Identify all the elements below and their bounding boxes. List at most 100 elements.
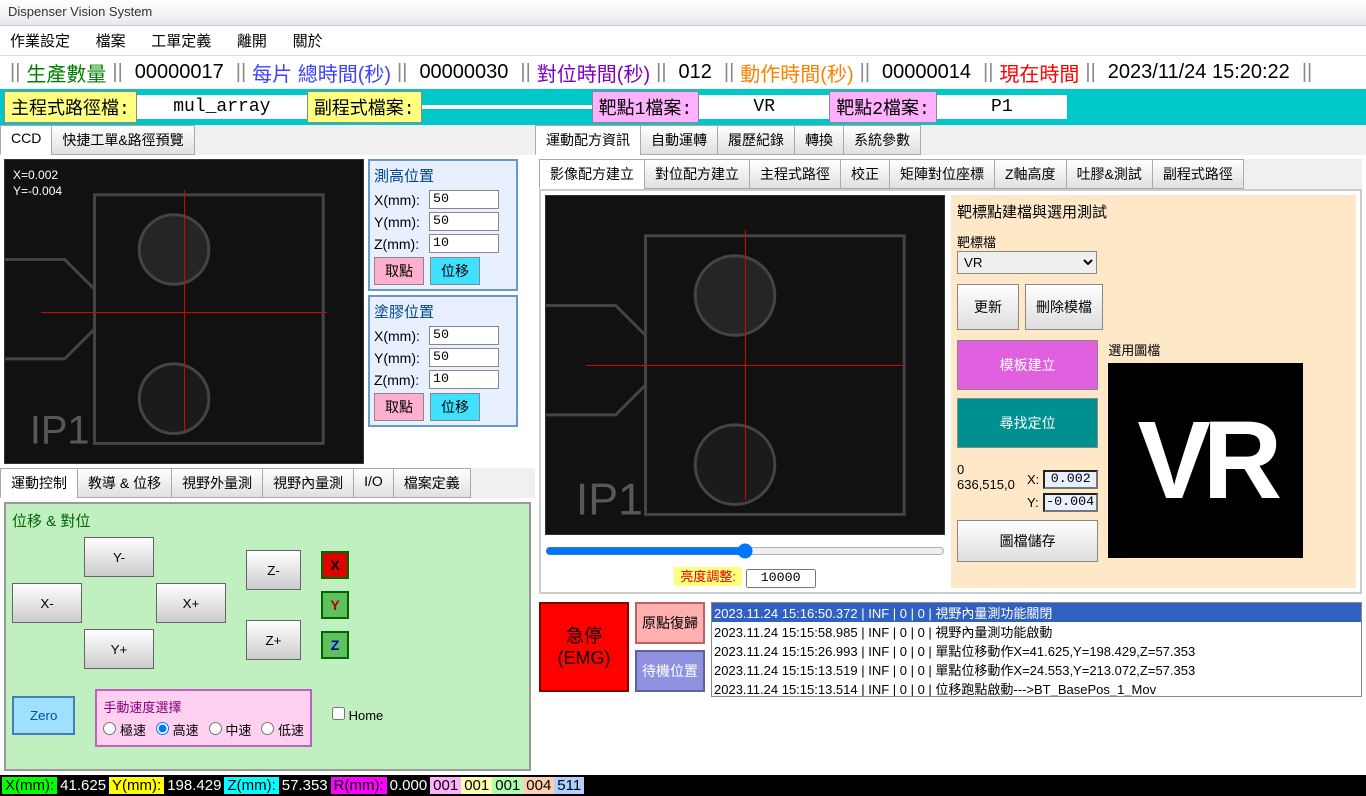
brightness-slider[interactable]: [545, 543, 945, 559]
standby-position-button[interactable]: 待機位置: [635, 650, 705, 692]
tab-io[interactable]: I/O: [353, 468, 394, 498]
target1-label: 靶點1檔案:: [592, 91, 700, 123]
home-checkbox[interactable]: Home: [332, 707, 383, 723]
zero-button[interactable]: Zero: [12, 696, 75, 735]
recipe-camera-view[interactable]: IP1: [545, 195, 945, 535]
tab-ccd[interactable]: CCD: [0, 125, 52, 155]
footer-r-label: R(mm):: [331, 777, 387, 794]
update-button[interactable]: 更新: [957, 284, 1019, 330]
footer-x-value: 41.625: [57, 777, 109, 794]
save-image-button[interactable]: 圖檔儲存: [957, 520, 1098, 562]
tab-align-recipe[interactable]: 對位配方建立: [644, 159, 750, 189]
tab-z-height[interactable]: Z軸高度: [994, 159, 1067, 189]
footer-r-value: 0.000: [387, 777, 431, 794]
tab-sub-path[interactable]: 副程式路徑: [1152, 159, 1244, 189]
jog-z-plus[interactable]: Z+: [246, 620, 301, 660]
tab-int-measure[interactable]: 視野內量測: [262, 468, 354, 498]
crosshair-vertical: [745, 230, 746, 500]
menu-file[interactable]: 檔案: [96, 33, 126, 50]
height-y-input[interactable]: [429, 212, 499, 231]
brightness-label: 亮度調整:: [674, 567, 742, 586]
glue-pick-button[interactable]: 取點: [374, 393, 424, 421]
axis-z-button[interactable]: Z: [321, 631, 349, 659]
menu-exit[interactable]: 離開: [237, 33, 267, 50]
now-value: 2023/11/24 15:20:22: [1098, 61, 1300, 84]
right-tabs-1: 運動配方資訊 自動運轉 履歷紀錄 轉換 系統參數: [535, 125, 1366, 155]
tab-motion-recipe[interactable]: 運動配方資訊: [535, 125, 641, 155]
jog-y-plus[interactable]: Y+: [84, 629, 154, 669]
ccd-camera-view[interactable]: IP1 X=0.002Y=-0.004: [4, 159, 364, 464]
speed-radio-0[interactable]: 極速: [103, 720, 146, 739]
tab-image-recipe[interactable]: 影像配方建立: [539, 159, 645, 189]
tab-main-path[interactable]: 主程式路徑: [749, 159, 841, 189]
height-x-input[interactable]: [429, 190, 499, 209]
tab-sys-params[interactable]: 系統參數: [843, 125, 921, 155]
glue-x-input[interactable]: [429, 326, 499, 345]
height-pos-title: 測高位置: [374, 165, 512, 186]
build-template-button[interactable]: 模板建立: [957, 340, 1098, 390]
axis-x-button[interactable]: X: [321, 551, 349, 579]
glue-y-input[interactable]: [429, 348, 499, 367]
main-path-value: mul_array: [137, 95, 307, 119]
log-line[interactable]: 2023.11.24 15:15:58.985 | INF | 0 | 0 | …: [712, 622, 1361, 641]
tab-dispense-test[interactable]: 吐膠&測試: [1066, 159, 1153, 189]
target2-value: P1: [937, 95, 1067, 119]
menu-settings[interactable]: 作業設定: [10, 33, 70, 50]
glue-pos-title: 塗膠位置: [374, 301, 512, 322]
glue-shift-button[interactable]: 位移: [430, 393, 480, 421]
height-z-input[interactable]: [429, 234, 499, 253]
speed-radio-2[interactable]: 中速: [209, 720, 252, 739]
tab-auto-run[interactable]: 自動運轉: [640, 125, 718, 155]
axis-y-button[interactable]: Y: [321, 591, 349, 619]
log-line[interactable]: 2023.11.24 15:15:26.993 | INF | 0 | 0 | …: [712, 641, 1361, 660]
find-locate-button[interactable]: 尋找定位: [957, 398, 1098, 448]
path-bar: 主程式路徑檔: mul_array 副程式檔案: 靶點1檔案: VR 靶點2檔案…: [0, 89, 1366, 125]
svg-text:IP1: IP1: [30, 408, 90, 452]
menu-about[interactable]: 關於: [293, 33, 323, 50]
per-piece-label: 每片 總時間(秒): [248, 58, 395, 87]
speed-radio-1[interactable]: 高速: [156, 720, 199, 739]
tab-history[interactable]: 履歷紀錄: [717, 125, 795, 155]
target2-label: 靶點2檔案:: [829, 91, 937, 123]
emergency-stop-button[interactable]: 急停 (EMG): [539, 602, 629, 692]
height-shift-button[interactable]: 位移: [430, 257, 480, 285]
sub-path-value: [422, 105, 592, 109]
tab-calibrate[interactable]: 校正: [840, 159, 890, 189]
tab-matrix-align[interactable]: 矩陣對位座標: [889, 159, 995, 189]
sub-path-label: 副程式檔案:: [307, 91, 422, 123]
tab-convert[interactable]: 轉換: [794, 125, 844, 155]
prod-count-value: 00000017: [125, 61, 234, 84]
tab-motion-control[interactable]: 運動控制: [0, 468, 78, 498]
glue-z-input[interactable]: [429, 370, 499, 389]
prod-count-label: 生產數量: [22, 58, 110, 87]
target-panel: 靶標點建檔與選用測試 靶標檔 VR 更新 刪除模檔 模板建立 尋找定位 0: [951, 195, 1356, 588]
selected-image-preview: VR: [1108, 363, 1303, 558]
tab-file-def[interactable]: 檔案定義: [393, 468, 471, 498]
height-position-panel: 測高位置 X(mm): Y(mm): Z(mm): 取點 位移: [368, 159, 518, 291]
footer-y-value: 198.429: [164, 777, 224, 794]
jog-x-minus[interactable]: X-: [12, 583, 82, 623]
footer-status-bar: X(mm): 41.625 Y(mm): 198.429 Z(mm): 57.3…: [0, 775, 1366, 796]
glue-position-panel: 塗膠位置 X(mm): Y(mm): Z(mm): 取點 位移: [368, 295, 518, 427]
jog-x-plus[interactable]: X+: [156, 583, 226, 623]
log-line[interactable]: 2023.11.24 15:16:50.372 | INF | 0 | 0 | …: [712, 603, 1361, 622]
height-pick-button[interactable]: 取點: [374, 257, 424, 285]
teach-panel: 位移 & 對位 Y- X-X+ Y+ Z- Z+ X Y Z Zero: [4, 502, 531, 771]
log-line[interactable]: 2023.11.24 15:15:13.519 | INF | 0 | 0 | …: [712, 660, 1361, 679]
jog-y-minus[interactable]: Y-: [84, 537, 154, 577]
home-return-button[interactable]: 原點復歸: [635, 602, 705, 644]
target-file-label: 靶標檔: [957, 232, 1350, 251]
brightness-input[interactable]: [746, 569, 816, 588]
tab-quick-preview[interactable]: 快捷工單&路徑預覽: [51, 125, 194, 155]
menu-workorder[interactable]: 工單定義: [151, 33, 211, 50]
tab-teach-shift[interactable]: 教導 & 位移: [77, 468, 172, 498]
log-panel[interactable]: 2023.11.24 15:16:50.372 | INF | 0 | 0 | …: [711, 602, 1362, 697]
align-time-value: 012: [669, 61, 722, 84]
speed-radio-3[interactable]: 低速: [261, 720, 304, 739]
jog-z-minus[interactable]: Z-: [246, 550, 301, 590]
log-line[interactable]: 2023.11.24 15:15:13.514 | INF | 0 | 0 | …: [712, 679, 1361, 697]
target-file-select[interactable]: VR: [957, 251, 1097, 274]
teach-tabs: 運動控制 教導 & 位移 視野外量測 視野內量測 I/O 檔案定義: [0, 468, 535, 498]
delete-template-button[interactable]: 刪除模檔: [1025, 284, 1103, 330]
tab-ext-measure[interactable]: 視野外量測: [171, 468, 263, 498]
